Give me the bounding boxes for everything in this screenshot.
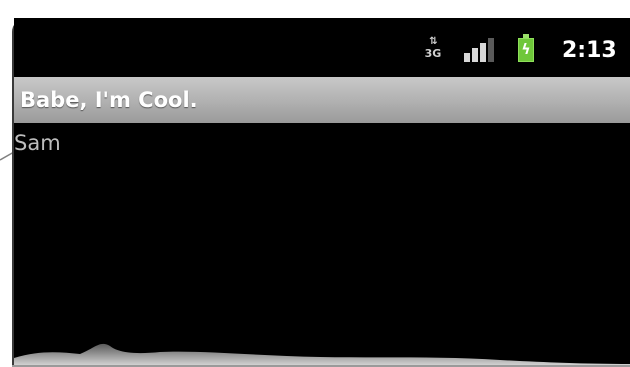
content-text: Sam	[14, 131, 61, 155]
status-bar: ⇅ 3G ϟ 2:13	[14, 18, 630, 76]
app-title: Babe, I'm Cool.	[20, 88, 198, 112]
3g-data-icon: ⇅ 3G	[422, 36, 444, 62]
app-title-bar: Babe, I'm Cool.	[14, 77, 630, 123]
signal-strength-icon	[464, 38, 498, 62]
network-type-label: 3G	[424, 47, 442, 60]
battery-charging-icon: ϟ	[518, 34, 534, 62]
device-bottom-edge	[12, 343, 630, 367]
status-clock: 2:13	[562, 38, 617, 63]
